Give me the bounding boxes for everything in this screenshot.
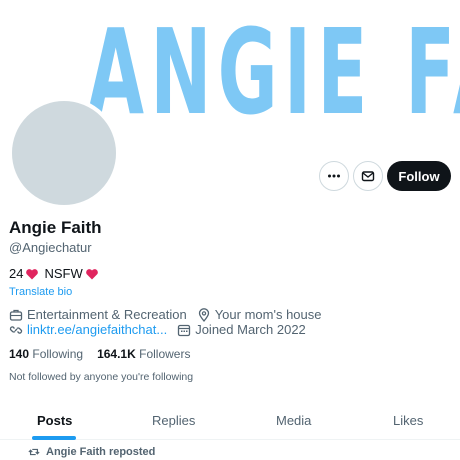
not-followed-note: Not followed by anyone you're following <box>9 371 194 383</box>
more-icon <box>328 174 340 178</box>
website-link[interactable]: linktr.ee/angiefaithchat... <box>27 322 167 337</box>
followers-label: Followers <box>139 347 191 361</box>
more-options-button[interactable] <box>319 161 349 191</box>
profile-meta-row: linktr.ee/angiefaithchat... Joined March… <box>9 322 316 337</box>
avatar[interactable] <box>8 97 120 209</box>
active-tab-indicator <box>32 436 76 440</box>
location-item: Your mom's house <box>197 307 322 322</box>
followers-stat[interactable]: 164.1K Followers <box>97 347 190 361</box>
mail-icon <box>361 171 375 182</box>
category-label: Entertainment & Recreation <box>27 307 187 322</box>
calendar-icon <box>178 324 191 336</box>
link-icon <box>9 325 23 334</box>
following-label: Following <box>32 347 84 361</box>
briefcase-icon <box>9 309 23 321</box>
message-button[interactable] <box>353 161 383 191</box>
category-item: Entertainment & Recreation <box>9 307 187 322</box>
profile-name: Angie Faith <box>9 218 102 237</box>
profile-meta-row: Entertainment & Recreation Your mom's ho… <box>9 307 331 322</box>
repost-icon <box>28 448 40 456</box>
joined-item: Joined March 2022 <box>177 322 306 337</box>
repost-label: Angie Faith reposted <box>46 446 156 458</box>
location-label: Your mom's house <box>214 307 322 322</box>
follow-button[interactable]: Follow <box>387 161 451 191</box>
heart-icon <box>85 268 98 279</box>
repost-header: Angie Faith reposted <box>28 446 155 458</box>
banner-title: ANGIE FAITH <box>87 3 460 141</box>
tab-likes[interactable]: Likes <box>393 413 423 428</box>
tab-posts[interactable]: Posts <box>37 413 72 428</box>
location-pin-icon <box>198 307 209 322</box>
following-count: 140 <box>9 347 30 361</box>
joined-label: Joined March 2022 <box>195 322 306 337</box>
profile-handle: @Angiechatur <box>9 240 92 255</box>
heart-icon <box>26 268 39 279</box>
bio-age: 24 <box>9 266 24 281</box>
follow-stats: 140 Following 164.1K Followers <box>9 347 190 361</box>
profile-tabs: Posts Replies Media Likes <box>0 400 460 440</box>
tab-replies[interactable]: Replies <box>152 413 195 428</box>
website-item[interactable]: linktr.ee/angiefaithchat... <box>9 322 167 337</box>
following-stat[interactable]: 140 Following <box>9 347 83 361</box>
bio-tag: NSFW <box>44 266 83 281</box>
translate-bio-link[interactable]: Translate bio <box>9 286 72 298</box>
tab-media[interactable]: Media <box>276 413 311 428</box>
profile-bio: 24 NSFW <box>9 266 99 281</box>
followers-count: 164.1K <box>97 347 136 361</box>
avatar-placeholder <box>12 101 116 205</box>
